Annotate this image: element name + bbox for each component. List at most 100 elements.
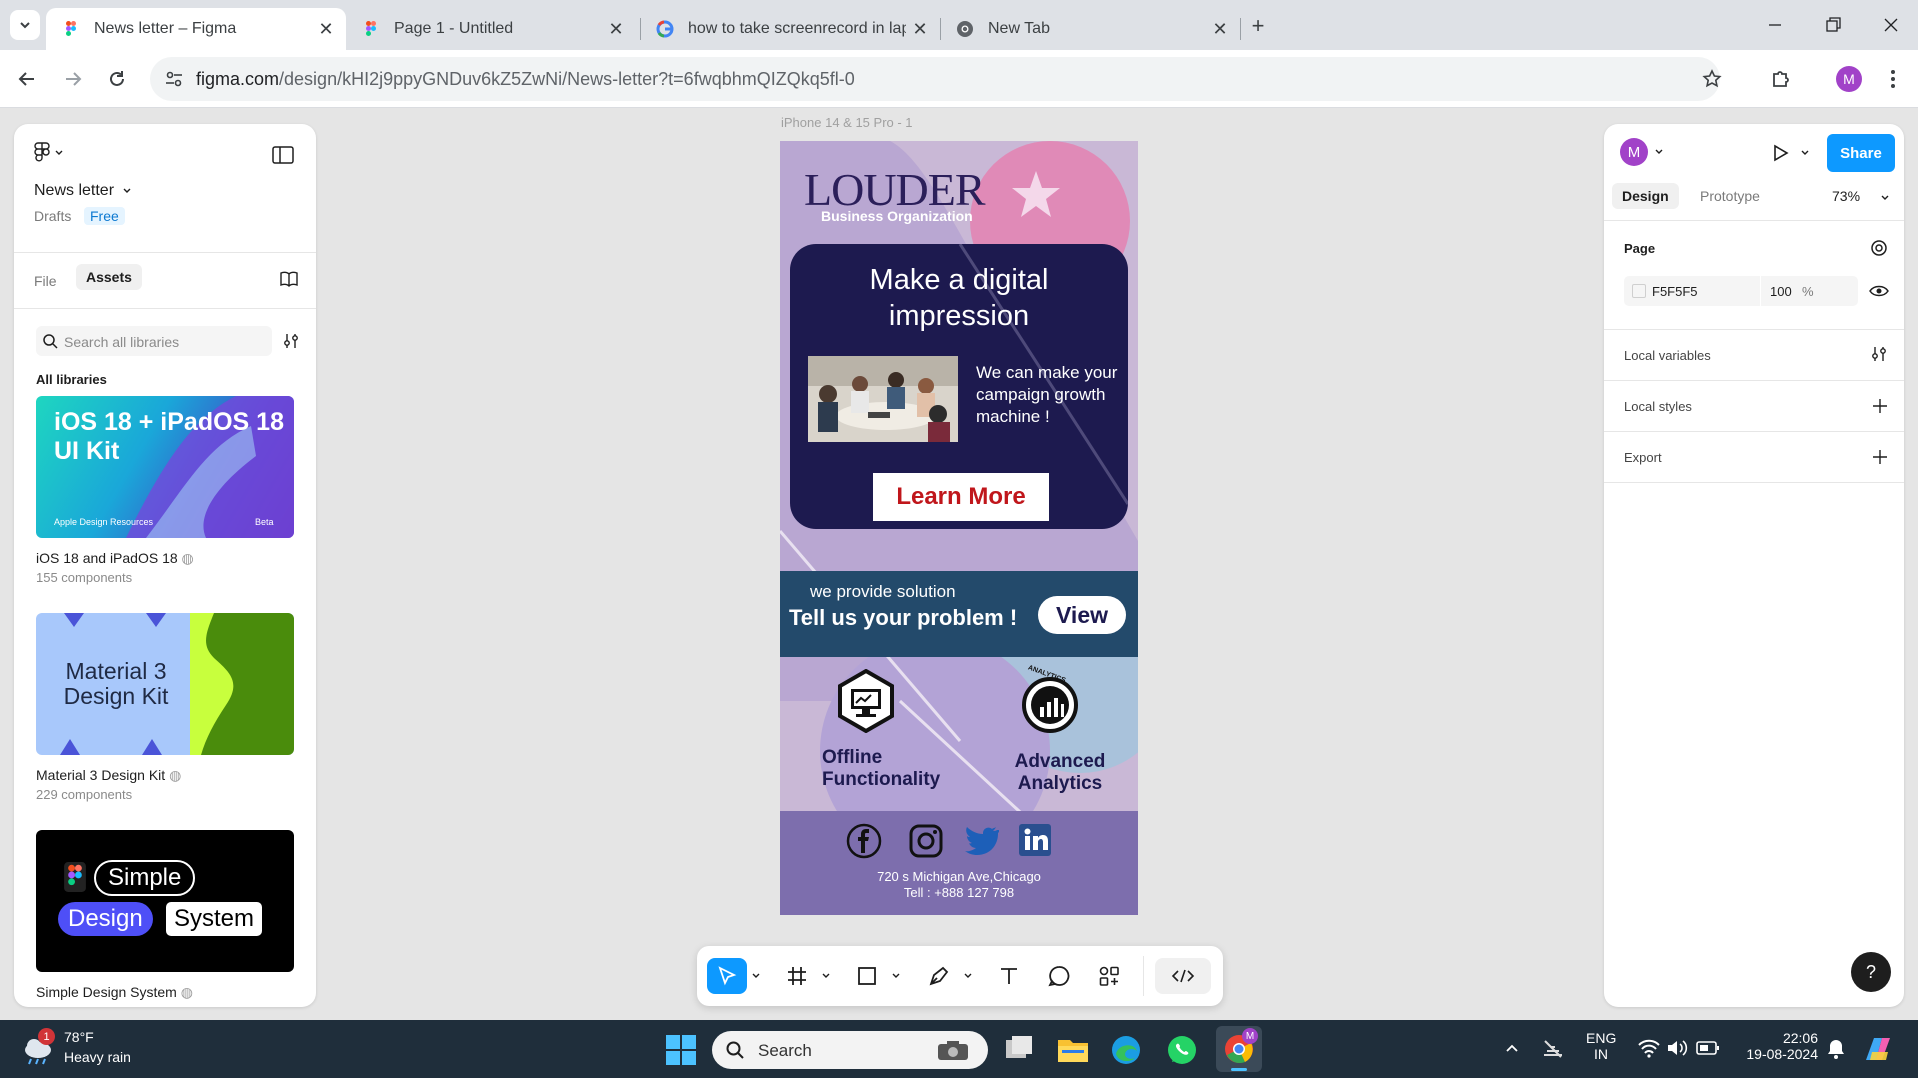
battery-icon[interactable]: [1696, 1040, 1720, 1056]
file-explorer-icon[interactable]: [1056, 1034, 1090, 1064]
tab-newtab[interactable]: New Tab ✕: [940, 8, 1240, 50]
main-menu-button[interactable]: [34, 142, 64, 164]
actions-tool-button[interactable]: [1089, 958, 1129, 994]
library-name[interactable]: Material 3 Design Kit ◍: [36, 767, 181, 784]
minimize-button[interactable]: [1760, 10, 1790, 40]
help-button[interactable]: ?: [1851, 952, 1891, 992]
close-tab-icon[interactable]: ✕: [312, 15, 340, 43]
local-variables-label[interactable]: Local variables: [1624, 348, 1711, 363]
instagram-icon[interactable]: [908, 823, 944, 859]
extensions-button[interactable]: [1764, 62, 1798, 96]
globe-icon: ◍: [180, 984, 193, 1000]
page-opacity[interactable]: 100: [1770, 284, 1792, 299]
newsletter-frame[interactable]: LOUDER Business Organization Make a digi…: [780, 141, 1138, 915]
eye-icon[interactable]: [1869, 284, 1889, 298]
chevron-down-icon[interactable]: [1800, 148, 1810, 158]
share-button[interactable]: Share: [1827, 134, 1895, 172]
move-tool-menu[interactable]: [749, 958, 763, 994]
bookmark-star-icon[interactable]: [1702, 69, 1722, 89]
tab-design[interactable]: Design: [1612, 183, 1679, 209]
plus-icon[interactable]: [1872, 449, 1888, 465]
library-thumb-material[interactable]: Material 3 Design Kit: [36, 613, 294, 755]
whatsapp-icon[interactable]: [1166, 1034, 1198, 1066]
style-icon[interactable]: [1870, 239, 1888, 257]
view-button[interactable]: View: [1038, 596, 1126, 634]
frame-tool-button[interactable]: [777, 958, 817, 994]
library-thumb-ios[interactable]: iOS 18 + iPadOS 18 UI Kit Apple Design R…: [36, 396, 294, 538]
tab-google[interactable]: how to take screenrecord in lap ✕: [640, 8, 940, 50]
sidebar-toggle-icon[interactable]: [272, 146, 294, 164]
chevron-up-icon[interactable]: [1504, 1040, 1520, 1056]
library-name[interactable]: iOS 18 and iPadOS 18 ◍: [36, 550, 194, 567]
color-swatch[interactable]: [1632, 284, 1646, 298]
wifi-icon[interactable]: [1638, 1038, 1660, 1058]
learn-more-button[interactable]: Learn More: [873, 473, 1049, 521]
linkedin-icon[interactable]: [1018, 823, 1052, 857]
page-color-hex[interactable]: F5F5F5: [1652, 284, 1698, 299]
tab-page1[interactable]: Page 1 - Untitled ✕: [346, 8, 636, 50]
zoom-level[interactable]: 73%: [1832, 188, 1860, 204]
chrome-menu-button[interactable]: [1876, 62, 1910, 96]
profile-avatar[interactable]: M: [1836, 66, 1862, 92]
export-label[interactable]: Export: [1624, 450, 1662, 465]
comment-tool-button[interactable]: [1039, 958, 1079, 994]
book-icon[interactable]: [279, 270, 299, 288]
file-location[interactable]: Drafts: [34, 208, 71, 224]
edge-icon[interactable]: [1110, 1034, 1142, 1066]
site-settings-icon[interactable]: [164, 69, 184, 89]
close-tab-icon[interactable]: ✕: [906, 15, 934, 43]
local-styles-label[interactable]: Local styles: [1624, 399, 1692, 414]
copilot-icon[interactable]: [1862, 1034, 1894, 1064]
frame-label[interactable]: iPhone 14 & 15 Pro - 1: [781, 115, 913, 130]
variables-settings-icon[interactable]: [1870, 345, 1888, 363]
divider: [1604, 329, 1904, 330]
analytics-icon: [1022, 677, 1078, 733]
tab-file[interactable]: File: [34, 268, 57, 294]
close-window-button[interactable]: [1876, 10, 1906, 40]
close-tab-icon[interactable]: ✕: [602, 15, 630, 43]
forward-button[interactable]: [56, 62, 90, 96]
tab-prototype[interactable]: Prototype: [1700, 188, 1760, 204]
library-thumb-sds[interactable]: Simple Design System: [36, 830, 294, 972]
library-count: 229 components: [36, 787, 133, 802]
weather-widget[interactable]: 1: [20, 1028, 56, 1066]
windows-start-icon[interactable]: [666, 1035, 696, 1065]
tab-assets[interactable]: Assets: [76, 264, 142, 290]
twitter-icon[interactable]: [963, 825, 999, 857]
tab-title: New Tab: [988, 20, 1050, 37]
back-button[interactable]: [10, 62, 44, 96]
chrome-taskbar-button[interactable]: M: [1216, 1026, 1262, 1072]
close-tab-icon[interactable]: ✕: [1206, 15, 1234, 43]
task-view-icon[interactable]: [1004, 1034, 1036, 1064]
new-tab-button[interactable]: +: [1244, 12, 1272, 40]
reload-button[interactable]: [100, 62, 134, 96]
language-indicator[interactable]: ENG IN: [1586, 1030, 1616, 1062]
play-icon[interactable]: [1770, 143, 1790, 163]
shape-tool-button[interactable]: [847, 958, 887, 994]
tab-figma[interactable]: News letter – Figma ✕: [46, 8, 346, 50]
library-search-input[interactable]: Search all libraries: [36, 326, 272, 356]
notification-bell-icon[interactable]: [1826, 1038, 1846, 1060]
page-fill-row[interactable]: F5F5F5 100 %: [1624, 276, 1858, 306]
chevron-down-icon[interactable]: [1880, 193, 1890, 203]
plus-icon[interactable]: [1872, 398, 1888, 414]
filter-settings-icon[interactable]: [282, 332, 300, 350]
multiplayer-avatar[interactable]: M: [1620, 138, 1664, 166]
tab-search-button[interactable]: [10, 10, 40, 40]
network-off-icon[interactable]: [1542, 1038, 1564, 1060]
volume-icon[interactable]: [1666, 1038, 1688, 1058]
dev-mode-toggle[interactable]: [1155, 958, 1211, 994]
shape-tool-menu[interactable]: [889, 958, 903, 994]
address-bar[interactable]: figma.com/design/kHI2j9ppyGNDuv6kZ5ZwNi/…: [150, 57, 1722, 101]
taskbar-search[interactable]: Search: [712, 1031, 988, 1069]
clock[interactable]: 22:06 19-08-2024: [1730, 1030, 1818, 1062]
library-name[interactable]: Simple Design System ◍: [36, 984, 193, 1001]
facebook-icon[interactable]: [846, 823, 882, 859]
move-tool-button[interactable]: [707, 958, 747, 994]
pen-tool-menu[interactable]: [961, 958, 975, 994]
pen-tool-button[interactable]: [919, 958, 959, 994]
file-name-menu[interactable]: News letter: [34, 182, 132, 200]
text-tool-button[interactable]: [989, 958, 1029, 994]
frame-tool-menu[interactable]: [819, 958, 833, 994]
restore-button[interactable]: [1818, 10, 1848, 40]
